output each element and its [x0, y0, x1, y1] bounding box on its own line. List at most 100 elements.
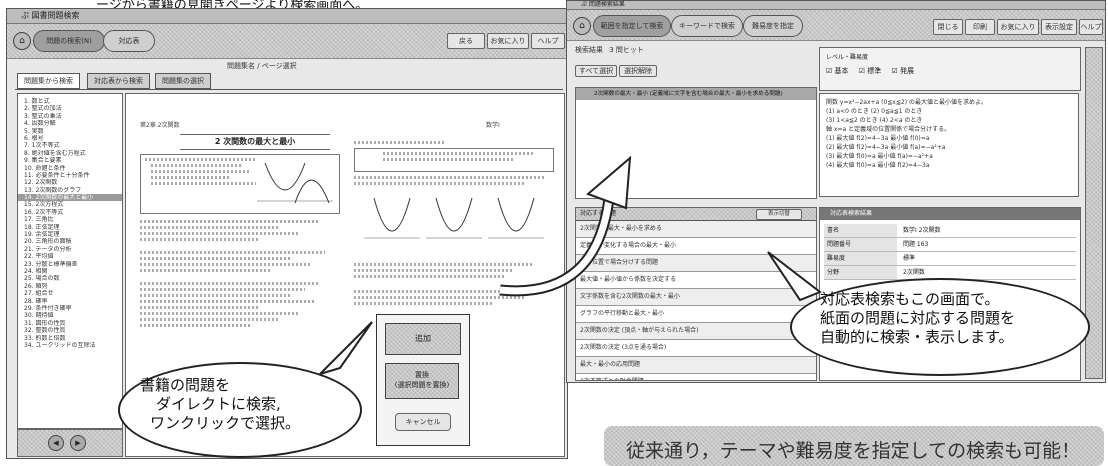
problem-line: (2) 最大値 f(2)=4−3a 最小値 f(a)=−a²+a	[826, 144, 946, 151]
next-page-icon[interactable]: ▶	[70, 435, 86, 451]
tab-table-search[interactable]: 対応表から検索	[87, 73, 150, 89]
tree-item[interactable]: 9. 集合と要素	[18, 157, 122, 164]
level-label-advanced: 発展	[900, 67, 915, 75]
level-checkbox-standard[interactable]: ☑ 標準	[859, 67, 882, 75]
tree-item[interactable]: 25. 場合の数	[18, 275, 122, 282]
tree-item[interactable]: 2. 整式の加法	[18, 105, 122, 112]
detail-tab[interactable]: 対応表検索結果	[820, 208, 1080, 220]
print-button[interactable]: 印刷	[965, 19, 995, 35]
options-label: レベル・難易度	[826, 54, 869, 61]
callout-left-line-3: ワンクリックで選択。	[150, 414, 301, 432]
level-checkbox-advanced[interactable]: ☑ 発展	[892, 67, 915, 75]
tree-item[interactable]: 11. 必要条件と十分条件	[18, 172, 122, 179]
tree-item[interactable]: 18. 正弦定理	[18, 224, 122, 231]
right-toolbar: ⌂ 範囲を指定して検索 キーワードで検索 難易度を指定 閉じる 印刷 お気に入り…	[567, 10, 1105, 41]
help-button-right[interactable]: ヘルプ	[1079, 19, 1103, 35]
add-option-label: 追加	[415, 334, 431, 343]
detail-row: 難易度 標準	[824, 252, 1076, 266]
tab-book-select[interactable]: 問題集の選択	[155, 73, 211, 89]
tree-item[interactable]: 14. 2次関数の最大と最小	[18, 194, 122, 202]
callout-right-line-2: 紙面の問題に対応する問題を	[820, 309, 1016, 327]
favorites-button[interactable]: お気に入り	[487, 33, 529, 49]
tree-item[interactable]: 1. 数と式	[18, 98, 122, 105]
add-option-button[interactable]: 追加	[385, 323, 461, 355]
home-icon-right[interactable]: ⌂	[573, 17, 591, 35]
tree-item[interactable]: 24. 相関	[18, 268, 122, 275]
difficulty-button[interactable]: 難易度を指定	[743, 15, 803, 37]
problem-line: (1) a<0 のとき (2) 0≦a≦1 のとき	[826, 108, 923, 115]
doc-header-right: 数学Ⅰ	[486, 122, 500, 129]
select-popup: 追加 置換 (選択問題を置換) キャンセル	[376, 314, 470, 446]
tree-item[interactable]: 19. 余弦定理	[18, 231, 122, 238]
back-button[interactable]: 戻る	[447, 33, 485, 49]
result-header: 検索結果 3 問ヒット	[575, 45, 644, 55]
help-button[interactable]: ヘルプ	[531, 33, 565, 49]
tree-item[interactable]: 4. 因数分解	[18, 120, 122, 127]
prev-page-icon[interactable]: ◀	[48, 435, 64, 451]
tab-book-search[interactable]: 問題集から検索	[17, 73, 80, 89]
detail-value: 問題 163	[903, 241, 929, 248]
callout-left-text: 書籍の問題を ダイレクトに検索, ワンクリックで選択。	[124, 376, 352, 433]
tree-item[interactable]: 30. 期待値	[18, 312, 122, 319]
home-icon[interactable]: ⌂	[13, 32, 31, 50]
doc-left-column	[140, 154, 340, 330]
select-all-button[interactable]: すべて選択	[575, 65, 617, 77]
tree-item[interactable]: 17. 三角比	[18, 216, 122, 223]
correspondence-button[interactable]: 対応表	[103, 30, 155, 52]
result-row-text: 2次関数の最大・最小 (定義域に文字を含む場合の最大・最小を求める問題)	[594, 91, 783, 97]
result-label: 検索結果	[575, 46, 603, 54]
favorites-button-right[interactable]: お気に入り	[997, 19, 1039, 35]
tree-item[interactable]: 20. 三角形の面積	[18, 238, 122, 245]
tree-item[interactable]: 5. 実数	[18, 128, 122, 135]
detail-tab-label: 対応表検索結果	[830, 210, 873, 217]
level-checkbox-basic[interactable]: ☑ 基本	[826, 67, 849, 75]
tab-bar: 問題集から検索 対応表から検索 問題集の選択	[15, 73, 563, 90]
tree-item[interactable]: 27. 組合せ	[18, 290, 122, 297]
tree-item[interactable]: 15. 2次方程式	[18, 201, 122, 208]
tree-item[interactable]: 29. 条件付き確率	[18, 305, 122, 312]
toggle-view-button[interactable]: 表示切替	[756, 209, 802, 220]
tree-item[interactable]: 28. 確率	[18, 298, 122, 305]
window-title: ぷ 図書問題検索	[21, 11, 80, 20]
detail-key: 書名	[824, 224, 897, 237]
replace-option-label: 置換	[415, 371, 429, 379]
tree-item[interactable]: 34. ユークリッドの互除法	[18, 342, 122, 349]
problem-line: (3) 1<a≦2 のとき (4) 2<a のとき	[826, 117, 923, 124]
search-problem-button[interactable]: 問題の検索(N)	[33, 30, 105, 52]
replace-option-button[interactable]: 置換 (選択問題を置換)	[385, 363, 459, 399]
keyword-search-button[interactable]: キーワードで検索	[671, 15, 743, 37]
tree-item[interactable]: 26. 順列	[18, 283, 122, 290]
tree-item[interactable]: 3. 整式の乗法	[18, 113, 122, 120]
tree-item[interactable]: 12. 2次関数	[18, 179, 122, 186]
parabola-figure	[257, 162, 333, 204]
tree-item[interactable]: 7. 1次不等式	[18, 142, 122, 149]
problem-line: (4) 最大値 f(0)=a 最小値 f(2)=4−3a	[826, 162, 930, 169]
cancel-button[interactable]: キャンセル	[395, 413, 451, 431]
tree-item[interactable]: 10. 命題と条件	[18, 165, 122, 172]
detail-value: 数学Ⅰ 2次関数	[903, 227, 941, 234]
tree-item[interactable]: 16. 2次不等式	[18, 209, 122, 216]
problem-lines: 関数 y=x²−2ax+a (0≦x≦2) の最大値と最小値を求めよ。 (1) a…	[826, 98, 1072, 170]
tree-item[interactable]: 32. 整数の性質	[18, 327, 122, 334]
tree-item[interactable]: 21. データの分析	[18, 246, 122, 253]
display-settings-button[interactable]: 表示設定	[1041, 19, 1077, 35]
detail-value: 標準	[903, 255, 916, 262]
tree-item[interactable]: 8. 絶対値を含む方程式	[18, 150, 122, 157]
tree-item[interactable]: 23. 分散と標準偏差	[18, 261, 122, 268]
result-row[interactable]: 2次関数の最大・最小 (定義域に文字を含む場合の最大・最小を求める問題)	[576, 88, 816, 100]
arrow-graphic	[499, 155, 632, 297]
callout-left-line-1: 書籍の問題を	[140, 376, 231, 394]
tree-item[interactable]: 6. 根号	[18, 135, 122, 142]
tree-item[interactable]: 13. 2次関数のグラフ	[18, 187, 122, 194]
doc-title-text: 2 次関数の最大と最小	[214, 137, 296, 146]
problem-line: 関数 y=x²−2ax+a (0≦x≦2) の最大値と最小値を求めよ。	[826, 99, 987, 106]
tree-item[interactable]: 33. 約数と倍数	[18, 335, 122, 342]
range-search-button[interactable]: 範囲を指定して検索	[593, 15, 671, 37]
deselect-button[interactable]: 選択解除	[619, 65, 657, 77]
tree-item[interactable]: 22. 平均値	[18, 253, 122, 260]
detail-rows: 書名 数学Ⅰ 2次関数 問題番号 問題 163 難易度 標準 分野 2次関数	[820, 220, 1080, 284]
problem-line: 軸 x=a と定義域の位置関係で場合分けする。	[826, 126, 951, 133]
close-button[interactable]: 閉じる	[933, 19, 963, 35]
problem-line: (3) 最大値 f(0)=a 最小値 f(a)=−a²+a	[826, 153, 933, 160]
tree-item[interactable]: 31. 図形の性質	[18, 320, 122, 327]
